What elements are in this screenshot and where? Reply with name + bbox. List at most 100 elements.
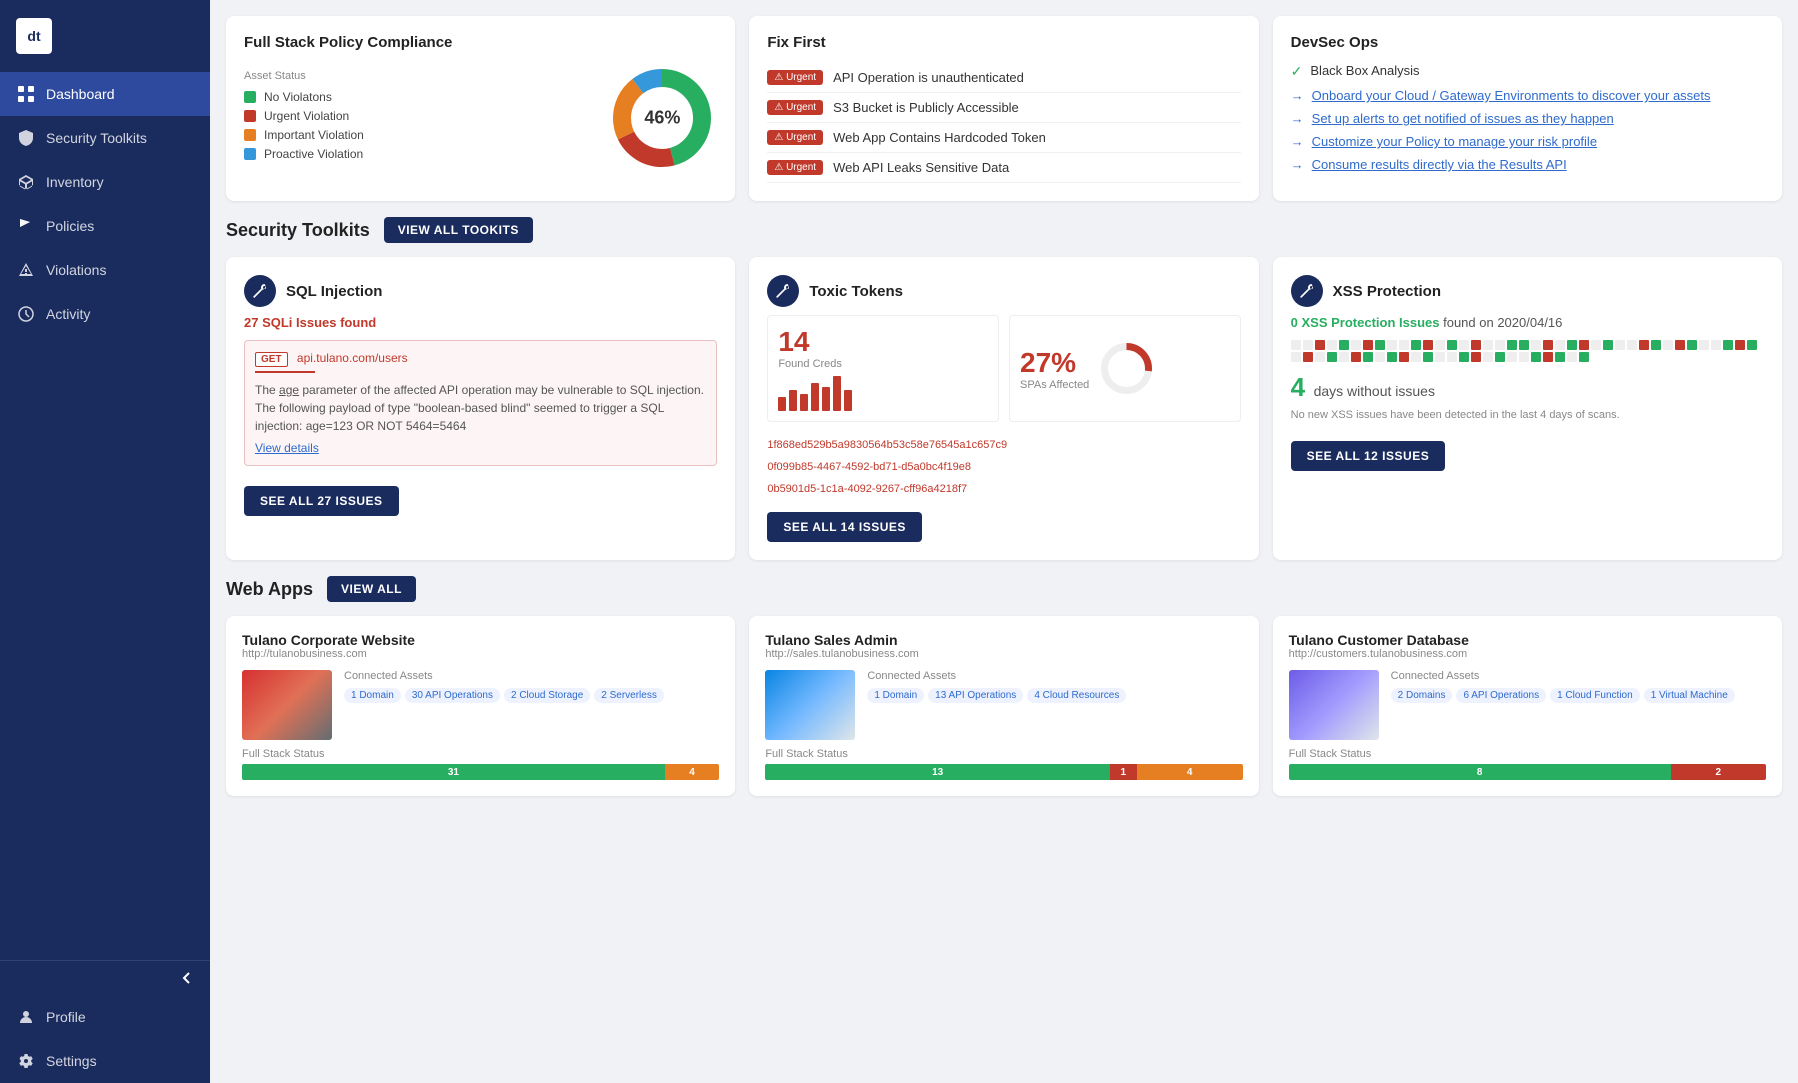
- heatmap-cell: [1615, 340, 1625, 350]
- fix-item-text: Web App Contains Hardcoded Token: [833, 130, 1046, 145]
- view-all-webapps-button[interactable]: VIEW ALL: [327, 576, 416, 602]
- legend-item: Proactive Violation: [244, 147, 591, 161]
- devsec-title: DevSec Ops: [1291, 34, 1764, 51]
- see-all-xss-button[interactable]: SEE ALL 12 ISSUES: [1291, 441, 1446, 471]
- found-creds-value: 14: [778, 326, 988, 358]
- days-without-container: 4 days without issues: [1291, 372, 1764, 403]
- status-bar-segment: 2: [1671, 764, 1766, 780]
- webapp-thumbnail: [765, 670, 855, 740]
- asset-tag: 2 Serverless: [594, 688, 664, 703]
- collapse-button[interactable]: [0, 961, 210, 995]
- heatmap-cell: [1507, 340, 1517, 350]
- devsec-link[interactable]: Set up alerts to get notified of issues …: [1312, 111, 1614, 126]
- heatmap-cell: [1291, 352, 1301, 362]
- fix-item-text: S3 Bucket is Publicly Accessible: [833, 100, 1019, 115]
- heatmap-cell: [1711, 340, 1721, 350]
- days-desc: No new XSS issues have been detected in …: [1291, 409, 1764, 421]
- webapp-title: Tulano Corporate Website: [242, 632, 719, 648]
- heatmap-cell: [1399, 340, 1409, 350]
- heatmap-cell: [1435, 340, 1445, 350]
- devsec-link[interactable]: Onboard your Cloud / Gateway Environment…: [1312, 88, 1711, 103]
- heatmap-cell: [1603, 340, 1613, 350]
- devsec-item[interactable]: →Onboard your Cloud / Gateway Environmen…: [1291, 88, 1764, 103]
- webapp-card: Tulano Corporate Website http://tulanobu…: [226, 616, 735, 796]
- days-without-value: 4: [1291, 372, 1305, 402]
- toolkit-name-xss: XSS Protection: [1333, 283, 1441, 300]
- compliance-card: Full Stack Policy Compliance Asset Statu…: [226, 16, 735, 201]
- sidebar-item-activity[interactable]: Activity: [0, 292, 210, 336]
- sidebar-item-settings[interactable]: Settings: [0, 1039, 210, 1083]
- box-icon: [16, 172, 36, 192]
- devsec-link[interactable]: Customize your Policy to manage your ris…: [1312, 134, 1597, 149]
- heatmap-cell: [1339, 340, 1349, 350]
- full-stack-label: Full Stack Status: [242, 748, 719, 760]
- assets-label: Connected Assets: [344, 670, 719, 682]
- asset-tag: 2 Domains: [1391, 688, 1453, 703]
- view-details-link[interactable]: View details: [255, 441, 319, 455]
- gear-icon: [16, 1051, 36, 1071]
- sidebar-item-label: Profile: [46, 1009, 86, 1025]
- heatmap-cell: [1351, 352, 1361, 362]
- webapp-card: Tulano Sales Admin http://sales.tulanobu…: [749, 616, 1258, 796]
- heatmap-cell: [1495, 340, 1505, 350]
- heatmap-cell: [1519, 352, 1529, 362]
- legend-dot: [244, 129, 256, 141]
- see-all-sql-button[interactable]: SEE ALL 27 ISSUES: [244, 486, 399, 516]
- sql-injection-card: SQL Injection 27 SQLi Issues found GET a…: [226, 257, 735, 560]
- days-without-label: days without issues: [1314, 383, 1435, 399]
- asset-tags: 2 Domains6 API Operations1 Cloud Functio…: [1391, 688, 1766, 703]
- sidebar-item-profile[interactable]: Profile: [0, 995, 210, 1039]
- devsec-item[interactable]: →Consume results directly via the Result…: [1291, 157, 1764, 172]
- status-bar: 82: [1289, 764, 1766, 780]
- webapp-title: Tulano Sales Admin: [765, 632, 1242, 648]
- toolkit-header: SQL Injection: [244, 275, 717, 307]
- devsec-link[interactable]: Consume results directly via the Results…: [1312, 157, 1567, 172]
- assets-label: Connected Assets: [1391, 670, 1766, 682]
- heatmap-cell: [1627, 340, 1637, 350]
- heatmap-cell: [1579, 352, 1589, 362]
- status-bar-segment: 8: [1289, 764, 1671, 780]
- see-all-tokens-button[interactable]: SEE ALL 14 ISSUES: [767, 512, 922, 542]
- shield-icon: [16, 128, 36, 148]
- status-bar-segment: 4: [665, 764, 720, 780]
- heatmap-cell: [1687, 340, 1697, 350]
- sidebar-item-policies[interactable]: Policies: [0, 204, 210, 248]
- legend-item: Important Violation: [244, 128, 591, 142]
- heatmap-cell: [1387, 352, 1397, 362]
- sidebar-item-dashboard[interactable]: Dashboard: [0, 72, 210, 116]
- heatmap-cell: [1447, 352, 1457, 362]
- spas-donut: [1099, 341, 1154, 396]
- fix-item: ⚠ UrgentWeb API Leaks Sensitive Data: [767, 153, 1240, 183]
- heatmap-cell: [1555, 352, 1565, 362]
- heatmap-cell: [1387, 340, 1397, 350]
- heatmap-cell: [1567, 352, 1577, 362]
- devsec-item: ✓Black Box Analysis: [1291, 63, 1764, 80]
- devsec-item[interactable]: →Customize your Policy to manage your ri…: [1291, 134, 1764, 149]
- sidebar-item-label: Policies: [46, 218, 94, 234]
- toolkit-name-2: Toxic Tokens: [809, 283, 903, 300]
- spas-label: SPAs Affected: [1020, 379, 1089, 391]
- compliance-percentage: 46%: [644, 108, 680, 129]
- sidebar-item-label: Dashboard: [46, 86, 115, 102]
- heatmap-cell: [1579, 340, 1589, 350]
- sidebar-item-inventory[interactable]: Inventory: [0, 160, 210, 204]
- asset-tag: 1 Cloud Function: [1550, 688, 1640, 703]
- heatmap-cell: [1555, 340, 1565, 350]
- fix-first-card: Fix First ⚠ UrgentAPI Operation is unaut…: [749, 16, 1258, 201]
- sidebar-item-violations[interactable]: Violations: [0, 248, 210, 292]
- webapp-content: Connected Assets 1 Domain30 API Operatio…: [242, 670, 719, 740]
- devsec-items: ✓Black Box Analysis →Onboard your Cloud /…: [1291, 63, 1764, 172]
- devsec-ops-card: DevSec Ops ✓Black Box Analysis →Onboard y…: [1273, 16, 1782, 201]
- security-toolkits-header: Security Toolkits VIEW ALL TOOKITS: [226, 217, 1782, 243]
- donut-chart: 46%: [607, 63, 717, 173]
- devsec-item[interactable]: →Set up alerts to get notified of issues…: [1291, 111, 1764, 126]
- webapp-content: Connected Assets 1 Domain13 API Operatio…: [765, 670, 1242, 740]
- toolkit-header-xss: XSS Protection: [1291, 275, 1764, 307]
- fix-item: ⚠ UrgentWeb App Contains Hardcoded Token: [767, 123, 1240, 153]
- view-all-toolkits-button[interactable]: VIEW ALL TOOKITS: [384, 217, 533, 243]
- heatmap-cell: [1459, 340, 1469, 350]
- heatmap-cell: [1291, 340, 1301, 350]
- sidebar-item-security-toolkits[interactable]: Security Toolkits: [0, 116, 210, 160]
- sidebar-item-label: Inventory: [46, 174, 104, 190]
- legend-item: No Violatons: [244, 90, 591, 104]
